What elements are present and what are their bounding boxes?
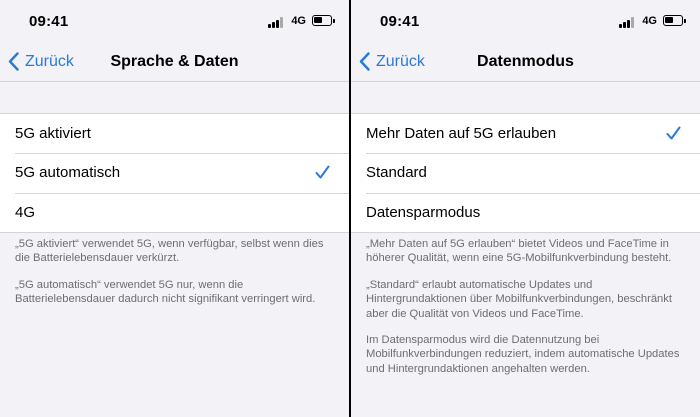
- navigation-bar: Zurück Datenmodus: [351, 44, 700, 82]
- network-type: 4G: [291, 15, 306, 27]
- option-label: Standard: [366, 164, 427, 182]
- phone-sprache-daten: 09:41 4G Zurück Sprache & Daten 5G aktiv…: [0, 0, 349, 417]
- option-label: Mehr Daten auf 5G erlauben: [366, 125, 557, 143]
- option-list: Mehr Daten auf 5G erlauben Standard Date…: [351, 113, 700, 233]
- option-label: Datensparmodus: [366, 203, 481, 221]
- option-5g-automatisch[interactable]: 5G automatisch: [0, 153, 349, 192]
- status-time: 09:41: [380, 13, 420, 30]
- footer-description: „5G aktiviert“ verwendet 5G, wenn verfüg…: [15, 237, 335, 307]
- footer-paragraph: „5G aktiviert“ verwendet 5G, wenn verfüg…: [15, 238, 324, 265]
- footer-paragraph: „5G automatisch“ verwendet 5G nur, wenn …: [15, 278, 316, 306]
- footer-paragraph: „Mehr Daten auf 5G erlauben“ bietet Vide…: [366, 238, 672, 265]
- footer-paragraph: Im Datensparmodus wird die Datennutzung …: [366, 334, 680, 375]
- option-label: 5G aktiviert: [15, 125, 91, 143]
- option-5g-aktiviert[interactable]: 5G aktiviert: [0, 114, 349, 153]
- option-standard[interactable]: Standard: [351, 153, 700, 192]
- network-type: 4G: [642, 15, 657, 27]
- checkmark-icon: [315, 165, 330, 179]
- status-time: 09:41: [29, 13, 69, 30]
- cellular-signal-icon: [619, 17, 634, 28]
- screenshot-pair: 09:41 4G Zurück Sprache & Daten 5G aktiv…: [0, 0, 700, 417]
- option-label: 4G: [15, 203, 36, 221]
- option-mehr-daten-5g[interactable]: Mehr Daten auf 5G erlauben: [351, 114, 700, 153]
- phone-datenmodus: 09:41 4G Zurück Datenmodus Mehr Daten au…: [351, 0, 700, 417]
- page-title: Datenmodus: [477, 53, 574, 70]
- status-bar: 09:41 4G: [0, 0, 349, 44]
- battery-icon: [663, 15, 686, 26]
- option-datensparmodus[interactable]: Datensparmodus: [351, 192, 700, 232]
- option-label: 5G automatisch: [15, 164, 121, 182]
- footer-paragraph: „Standard“ erlaubt automatische Updates …: [366, 278, 672, 320]
- status-bar: 09:41 4G: [351, 0, 700, 44]
- checkmark-icon: [666, 126, 681, 140]
- cellular-signal-icon: [268, 17, 283, 28]
- option-list: 5G aktiviert 5G automatisch 4G: [0, 113, 349, 233]
- page-title: Sprache & Daten: [110, 53, 239, 70]
- option-4g[interactable]: 4G: [0, 192, 349, 232]
- navigation-bar: Zurück Sprache & Daten: [0, 44, 349, 82]
- footer-description: „Mehr Daten auf 5G erlauben“ bietet Vide…: [366, 237, 686, 376]
- battery-icon: [312, 15, 335, 26]
